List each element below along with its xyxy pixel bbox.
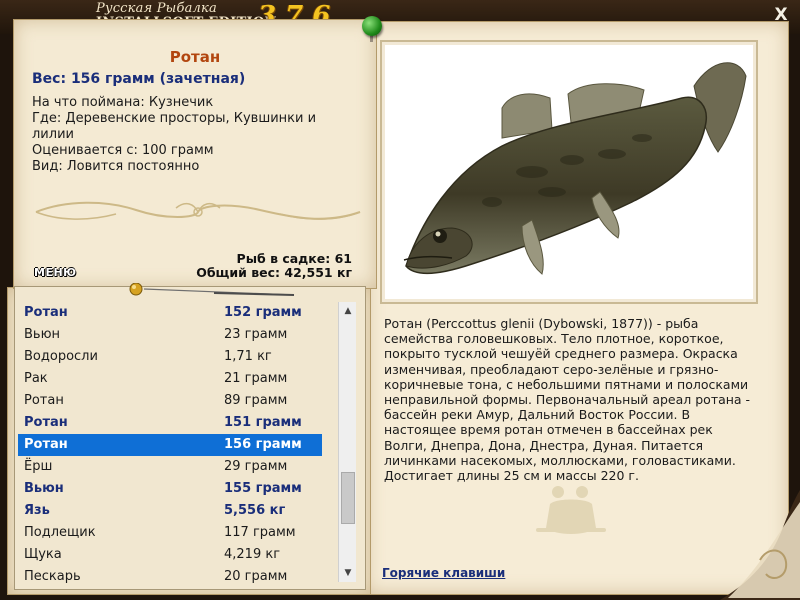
- list-item-weight: 23 грамм: [224, 327, 288, 342]
- fish-description: Ротан (Perccottus glenii (Dybowski, 1877…: [384, 316, 751, 484]
- list-item-name: Ротан: [24, 437, 68, 452]
- list-item-name: Вьюн: [24, 481, 64, 496]
- catch-location: Где: Деревенские просторы, Кувшинки и ли…: [32, 111, 317, 142]
- list-item-name: Вьюн: [24, 327, 61, 342]
- catch-title: Ротан: [169, 48, 221, 66]
- list-scrollbar[interactable]: ▲ ▼: [338, 302, 356, 582]
- list-item-weight: 21 грамм: [224, 371, 288, 386]
- pin-icon: [362, 16, 382, 36]
- list-item-weight: 89 грамм: [224, 393, 288, 408]
- ornament-divider-icon: [35, 201, 361, 220]
- chevron-down-icon[interactable]: ▼: [339, 564, 357, 582]
- catch-bait: На что поймана: Кузнечик: [32, 95, 214, 110]
- list-item-name: Ротан: [24, 415, 68, 430]
- list-item[interactable]: Ротан 152 грамм: [18, 302, 322, 324]
- list-item-weight: 29 грамм: [224, 459, 288, 474]
- watermark-icon: [536, 486, 606, 534]
- rotan-fish-image: [403, 62, 747, 275]
- catch-threshold: Оценивается с: 100 грамм: [32, 143, 214, 158]
- list-item[interactable]: Ротан 89 грамм: [18, 390, 322, 412]
- fish-list[interactable]: Ротан 152 грамм Вьюн 23 грамм Водоросли 1,71 …: [18, 302, 322, 586]
- list-item-name: Язь: [24, 503, 50, 518]
- list-item-weight: 155 грамм: [224, 481, 302, 496]
- menu-button[interactable]: МЕНЮ: [34, 266, 77, 279]
- list-item[interactable]: Водоросли 1,71 кг: [18, 346, 322, 368]
- brand-top: Русская Рыбалка: [96, 1, 217, 16]
- catch-details: На что поймана: Кузнечик Где: Деревенски…: [32, 95, 337, 175]
- list-item[interactable]: Подлещик 117 грамм: [18, 522, 322, 544]
- chevron-up-icon[interactable]: ▲: [339, 302, 357, 320]
- fish-count: Рыб в садке: 61: [236, 251, 352, 266]
- list-item-weight: 20 грамм: [224, 569, 288, 584]
- list-item-name: Ёрш: [24, 459, 53, 474]
- catch-type: Вид: Ловится постоянно: [32, 159, 200, 174]
- list-item-name: Рак: [24, 371, 48, 386]
- hotkeys-link[interactable]: Горячие клавиши: [382, 566, 505, 580]
- list-item-weight: 4,219 кг: [224, 547, 281, 562]
- list-item-weight: 1,71 кг: [224, 349, 272, 364]
- list-item-weight: 117 грамм: [224, 525, 296, 540]
- list-item[interactable]: Ротан 156 грамм: [18, 434, 322, 456]
- list-item[interactable]: Вьюн 23 грамм: [18, 324, 322, 346]
- list-item-weight: 5,556 кг: [224, 503, 286, 518]
- list-item-name: Водоросли: [24, 349, 98, 364]
- list-item[interactable]: Вьюн 155 грамм: [18, 478, 322, 500]
- fishing-float-icon: [129, 283, 295, 296]
- keepnet-stats: Рыб в садке: 61 Общий вес: 42,551 кг: [196, 252, 352, 280]
- list-item-weight: 151 грамм: [224, 415, 302, 430]
- list-item-name: Ротан: [24, 393, 64, 408]
- page-curl-decoration: [720, 490, 800, 600]
- list-item[interactable]: Рак 21 грамм: [18, 368, 322, 390]
- list-item[interactable]: Пескарь 20 грамм: [18, 566, 322, 586]
- list-item[interactable]: Щука 4,219 кг: [18, 544, 322, 566]
- fish-photo-frame: [380, 40, 758, 304]
- scrollbar-thumb[interactable]: [341, 472, 355, 524]
- list-item-name: Пескарь: [24, 569, 81, 584]
- list-item[interactable]: Язь 5,556 кг: [18, 500, 322, 522]
- list-item-weight: 156 грамм: [224, 437, 302, 452]
- total-weight: Общий вес: 42,551 кг: [196, 265, 352, 280]
- list-item[interactable]: Ротан 151 грамм: [18, 412, 322, 434]
- list-item-weight: 152 грамм: [224, 305, 302, 320]
- list-item-name: Подлещик: [24, 525, 96, 540]
- list-item[interactable]: Ёрш 29 грамм: [18, 456, 322, 478]
- list-item-name: Ротан: [24, 305, 68, 320]
- list-item-name: Щука: [24, 547, 62, 562]
- catch-weight: Вес: 156 грамм (зачетная): [32, 71, 246, 87]
